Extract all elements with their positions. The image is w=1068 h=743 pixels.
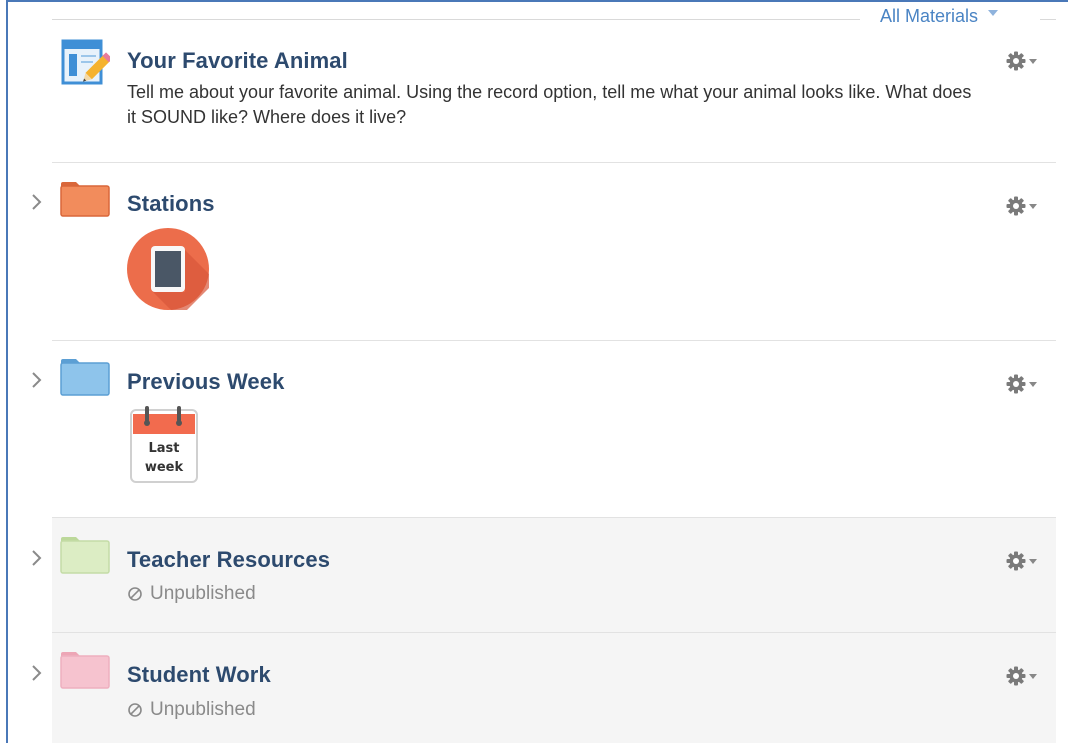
item-settings-menu[interactable] <box>1006 550 1046 572</box>
chevron-right-icon[interactable] <box>30 191 44 213</box>
list-item-assignment[interactable]: Your Favorite Animal Tell me about your … <box>52 28 1056 163</box>
item-settings-menu[interactable] <box>1006 373 1046 395</box>
window-border-left <box>6 0 8 743</box>
status-label: Unpublished <box>150 583 256 604</box>
calendar-text-line-1: Last <box>148 441 179 456</box>
calendar-text-line-2: week <box>145 460 184 475</box>
gear-icon <box>1006 666 1026 686</box>
window-border-top <box>6 0 1068 2</box>
item-title[interactable]: Student Work <box>127 662 271 688</box>
list-item-folder-teacher-resources[interactable]: Teacher Resources Unpublished <box>32 518 1056 633</box>
caret-down-icon <box>988 10 999 16</box>
unpublished-status: Unpublished <box>127 583 256 605</box>
item-title[interactable]: Teacher Resources <box>127 547 330 573</box>
materials-filter-label: All Materials <box>880 5 979 26</box>
item-title[interactable]: Stations <box>127 191 215 217</box>
dropdown-caret-icon <box>1029 58 1037 64</box>
item-settings-menu[interactable] <box>1006 50 1046 72</box>
folder-icon <box>60 536 110 579</box>
gear-icon <box>1006 551 1026 571</box>
list-item-folder-stations[interactable]: Stations <box>32 163 1056 341</box>
folder-icon <box>60 358 110 401</box>
dropdown-caret-icon <box>1029 203 1037 209</box>
folder-icon <box>60 181 110 222</box>
item-settings-menu[interactable] <box>1006 195 1046 217</box>
dropdown-caret-icon <box>1029 673 1037 679</box>
item-description: Tell me about your favorite animal. Usin… <box>127 82 972 127</box>
list-item-folder-previous-week[interactable]: Previous Week Last week <box>32 341 1056 518</box>
calendar-icon: Last week <box>127 404 201 489</box>
header-divider <box>52 19 860 20</box>
chevron-right-icon[interactable] <box>30 547 44 569</box>
dropdown-caret-icon <box>1029 558 1037 564</box>
dropdown-caret-icon <box>1029 381 1037 387</box>
tablet-icon <box>127 228 209 315</box>
assignment-pencil-icon <box>60 38 113 93</box>
chevron-right-icon[interactable] <box>30 369 44 391</box>
header-divider-right <box>1040 19 1056 20</box>
folder-icon <box>60 651 110 694</box>
list-item-folder-student-work[interactable]: Student Work Unpublished <box>32 633 1056 743</box>
gear-icon <box>1006 51 1026 71</box>
item-settings-menu[interactable] <box>1006 665 1046 687</box>
item-title[interactable]: Your Favorite Animal <box>127 48 348 74</box>
unpublished-icon <box>128 703 142 717</box>
materials-filter-dropdown[interactable]: All Materials <box>880 5 999 27</box>
status-label: Unpublished <box>150 699 256 720</box>
unpublished-status: Unpublished <box>127 699 256 721</box>
item-title[interactable]: Previous Week <box>127 369 284 395</box>
unpublished-icon <box>128 587 142 601</box>
gear-icon <box>1006 196 1026 216</box>
gear-icon <box>1006 374 1026 394</box>
chevron-right-icon[interactable] <box>30 662 44 684</box>
